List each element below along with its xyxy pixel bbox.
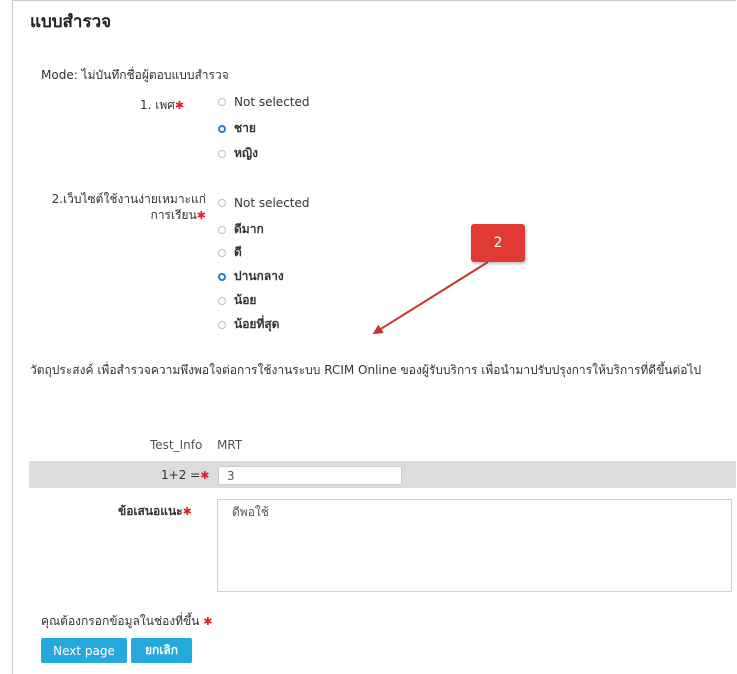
radio-icon[interactable] — [218, 296, 226, 305]
q1-label-text: 1. เพศ — [140, 98, 175, 112]
suggestion-label-text: ข้อเสนอแนะ — [118, 504, 183, 518]
callout-badge: 2 — [471, 224, 525, 262]
radio-icon[interactable] — [218, 225, 226, 234]
test-info-label: Test_Info — [150, 438, 203, 452]
required-icon: ✱ — [182, 505, 192, 518]
q2-label-line2: การเรียน — [150, 208, 197, 222]
required-icon: ✱ — [200, 469, 210, 482]
required-note-text: คุณต้องกรอกข้อมูลในช่องที่ขึ้น — [41, 614, 200, 628]
radio-icon[interactable] — [218, 320, 226, 329]
q2-label: 2.เว็บไซต์ใช้งานง่ายเหมาะแก่ การเรียน✱ — [44, 191, 206, 224]
option-label: ดีมาก — [234, 222, 264, 236]
q1-option-female[interactable]: หญิง — [218, 144, 258, 163]
option-label: น้อย — [234, 293, 257, 307]
q2-option-good[interactable]: ดี — [218, 243, 242, 262]
q1-option-male[interactable]: ชาย — [218, 119, 256, 138]
radio-selected-icon[interactable] — [218, 124, 226, 133]
test-info-value: MRT — [217, 438, 243, 452]
captcha-input[interactable]: 3 — [218, 466, 402, 485]
option-label: Not selected — [234, 196, 310, 210]
survey-description: วัตถุประสงค์ เพื่อสำรวจความพึงพอใจต่อการ… — [30, 363, 702, 377]
q2-label-line1: 2.เว็บไซต์ใช้งานง่ายเหมาะแก่ — [51, 192, 206, 206]
captcha-label-text: 1+2 = — [161, 468, 201, 482]
q1-option-not-selected[interactable]: Not selected — [218, 95, 310, 109]
q1-label: 1. เพศ✱ — [140, 96, 184, 115]
option-label: ชาย — [234, 121, 256, 135]
required-icon: ✱ — [174, 99, 185, 112]
radio-icon[interactable] — [218, 248, 226, 257]
mode-text: Mode: ไม่บันทึกชื่อผู้ตอบแบบสำรวจ — [41, 68, 229, 82]
radio-icon[interactable] — [218, 149, 226, 158]
suggestion-label: ข้อเสนอแนะ✱ — [118, 502, 192, 521]
q2-option-not-selected[interactable]: Not selected — [218, 196, 310, 210]
next-page-button[interactable]: Next page — [41, 638, 127, 663]
radio-icon[interactable] — [218, 98, 226, 106]
q2-option-very-good[interactable]: ดีมาก — [218, 220, 264, 239]
required-icon: ✱ — [196, 209, 206, 222]
radio-selected-icon[interactable] — [218, 272, 226, 281]
required-note: คุณต้องกรอกข้อมูลในช่องที่ขึ้น ✱ — [41, 612, 213, 631]
option-label: ปานกลาง — [234, 269, 284, 283]
page-title: แบบสำรวจ — [30, 12, 112, 32]
option-label: น้อยที่สุด — [234, 317, 280, 331]
option-label: หญิง — [234, 146, 258, 160]
option-label: Not selected — [234, 95, 310, 109]
q2-option-low[interactable]: น้อย — [218, 291, 256, 310]
cancel-button[interactable]: ยกเลิก — [131, 638, 192, 663]
required-icon: ✱ — [203, 615, 213, 628]
option-label: ดี — [234, 245, 242, 259]
radio-icon[interactable] — [218, 199, 226, 207]
q2-option-moderate[interactable]: ปานกลาง — [218, 267, 284, 286]
captcha-label: 1+2 =✱ — [161, 468, 209, 482]
suggestion-textarea[interactable]: ดีพอใช้ — [217, 499, 732, 592]
q2-option-lowest[interactable]: น้อยที่สุด — [218, 315, 279, 334]
